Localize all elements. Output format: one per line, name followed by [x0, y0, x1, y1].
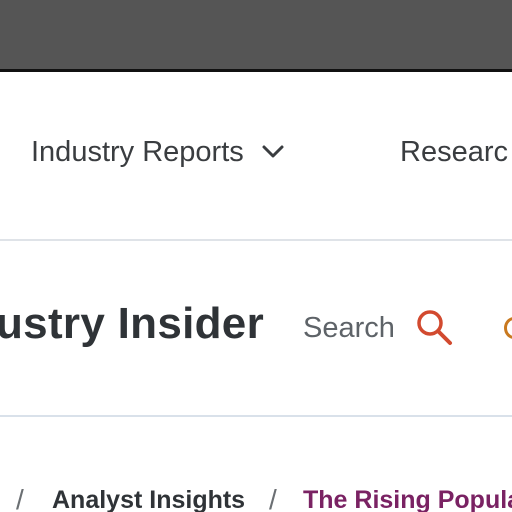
search-label: Search [303, 311, 395, 344]
search-button[interactable]: Search [303, 306, 455, 350]
chevron-down-icon [262, 145, 284, 158]
site-title[interactable]: ustry Insider [0, 296, 264, 352]
breadcrumb-current-page: The Rising Popula [303, 486, 512, 512]
breadcrumb-separator: / [269, 484, 277, 512]
nav-item-label: Researc [400, 136, 508, 168]
header-divider [0, 415, 512, 417]
nav-item-label: Industry Reports [31, 136, 244, 168]
nav-divider [0, 239, 512, 241]
page: Industry Reports Researc ustry Insider S… [0, 0, 512, 512]
nav-item-research[interactable]: Researc [400, 131, 508, 173]
browser-top-bar [0, 0, 512, 72]
breadcrumb-link-analyst-insights[interactable]: Analyst Insights [52, 482, 245, 512]
search-icon [417, 310, 452, 345]
nav-item-industry-reports[interactable]: Industry Reports [31, 131, 286, 173]
breadcrumb: / Analyst Insights / The Rising Popula [0, 482, 512, 512]
account-icon[interactable] [504, 317, 512, 339]
breadcrumb-separator: / [16, 484, 24, 512]
